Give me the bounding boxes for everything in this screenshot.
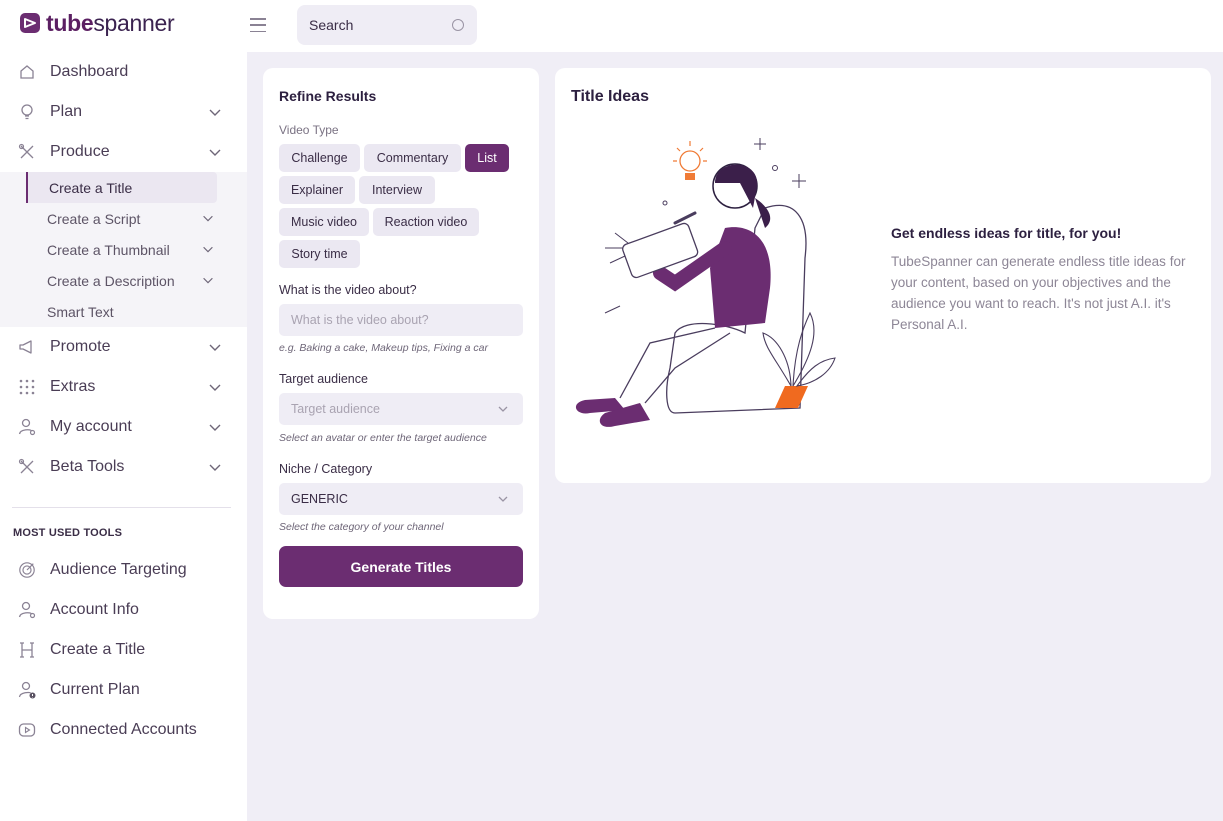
refine-title: Refine Results: [279, 88, 377, 104]
nav-item-dashboard[interactable]: Dashboard: [0, 52, 247, 92]
chevron-down-icon: [209, 149, 221, 156]
nav-item-plan[interactable]: Plan: [0, 92, 247, 132]
sub-item-smart-text[interactable]: Smart Text: [0, 296, 247, 327]
search-icon[interactable]: [452, 19, 464, 31]
video-icon: [18, 721, 36, 739]
logo-mark-icon: [20, 13, 40, 33]
nav-label: Dashboard: [50, 63, 129, 80]
produce-submenu: Create a Title Create a Script Create a …: [0, 172, 247, 327]
topbar: [247, 0, 1223, 52]
sub-item-label: Create a Description: [47, 272, 175, 289]
video-about-input[interactable]: [279, 304, 523, 336]
search-input[interactable]: [309, 17, 439, 33]
brand-name: tubespanner: [46, 9, 175, 36]
audience-placeholder: Target audience: [291, 402, 380, 416]
promo-heading: Get endless ideas for title, for you!: [891, 225, 1122, 241]
niche-value: GENERIC: [291, 492, 348, 506]
sub-item-create-thumbnail[interactable]: Create a Thumbnail: [0, 234, 247, 265]
chip-reaction-video[interactable]: Reaction video: [373, 208, 479, 236]
chevron-down-icon: [209, 464, 221, 471]
video-type-label: Video Type: [279, 123, 339, 137]
nav-label: Extras: [50, 378, 96, 395]
tool-connected-accounts[interactable]: Connected Accounts: [0, 710, 247, 750]
sub-item-label: Smart Text: [47, 303, 114, 320]
megaphone-icon: [18, 338, 36, 356]
nav-label: Beta Tools: [50, 458, 125, 475]
nav-label: Produce: [50, 143, 110, 160]
tool-label: Current Plan: [50, 681, 140, 698]
tools-icon: [18, 458, 36, 476]
target-icon: [18, 561, 36, 579]
chevron-down-icon: [498, 496, 508, 502]
niche-label: Niche / Category: [279, 462, 373, 476]
chevron-down-icon: [209, 109, 221, 116]
about-hint: e.g. Baking a cake, Makeup tips, Fixing …: [279, 342, 488, 354]
chevron-down-icon: [203, 277, 213, 284]
audience-label: Target audience: [279, 372, 368, 386]
audience-hint: Select an avatar or enter the target aud…: [279, 432, 487, 444]
most-used-heading: MOST USED TOOLS: [13, 527, 123, 539]
tool-label: Account Info: [50, 601, 139, 618]
tool-account-info[interactable]: Account Info: [0, 590, 247, 630]
chip-story-time[interactable]: Story time: [279, 240, 360, 268]
girl-with-tablet-illustration: [575, 138, 836, 427]
chip-music-video[interactable]: Music video: [279, 208, 369, 236]
generate-titles-button[interactable]: Generate Titles: [279, 546, 523, 587]
ideas-title: Title Ideas: [571, 88, 649, 105]
promo-body: TubeSpanner can generate endless title i…: [891, 254, 1186, 332]
grid-dots-icon: [18, 378, 36, 396]
nav-item-my-account[interactable]: My account: [0, 407, 247, 447]
chevron-down-icon: [498, 406, 508, 412]
tool-label: Create a Title: [50, 641, 146, 658]
chip-interview[interactable]: Interview: [359, 176, 435, 204]
chevron-down-icon: [203, 246, 213, 253]
about-label: What is the video about?: [279, 283, 417, 297]
tool-create-title[interactable]: Create a Title: [0, 630, 247, 670]
menu-toggle-icon[interactable]: [250, 18, 266, 32]
nav-label: My account: [50, 418, 132, 435]
chip-explainer[interactable]: Explainer: [279, 176, 355, 204]
chevron-down-icon: [209, 344, 221, 351]
title-ideas-card: Title Ideas Get endless ideas for title,…: [555, 68, 1211, 483]
sub-item-label: Create a Script: [47, 210, 141, 227]
nav-item-extras[interactable]: Extras: [0, 367, 247, 407]
niche-hint: Select the category of your channel: [279, 521, 444, 533]
nav-label: Plan: [50, 103, 83, 120]
chip-commentary[interactable]: Commentary: [364, 144, 461, 172]
brand-logo[interactable]: tubespanner: [20, 9, 175, 36]
chip-challenge[interactable]: Challenge: [279, 144, 360, 172]
tool-label: Connected Accounts: [50, 721, 197, 738]
chevron-down-icon: [209, 384, 221, 391]
niche-select[interactable]: GENERIC: [279, 483, 523, 515]
tool-label: Audience Targeting: [50, 561, 187, 578]
nav-item-beta-tools[interactable]: Beta Tools: [0, 447, 247, 487]
tool-current-plan[interactable]: Current Plan: [0, 670, 247, 710]
refine-results-card: Refine Results Video Type Challenge Comm…: [263, 68, 539, 619]
user-alert-icon: [18, 681, 36, 699]
tool-audience-targeting[interactable]: Audience Targeting: [0, 550, 247, 590]
tools-icon: [18, 143, 36, 161]
sidebar-divider: [12, 507, 231, 508]
chevron-down-icon: [209, 424, 221, 431]
sidebar: tubespanner Dashboard Plan Produce Creat…: [0, 0, 247, 821]
main-nav: Dashboard Plan Produce Create a Title Cr…: [0, 52, 247, 487]
nav-item-promote[interactable]: Promote: [0, 327, 247, 367]
nav-item-produce[interactable]: Produce: [0, 132, 247, 172]
most-used-tools: Audience Targeting Account Info Create a…: [0, 550, 247, 750]
target-audience-select[interactable]: Target audience: [279, 393, 523, 425]
search-box[interactable]: [297, 5, 477, 45]
chip-list[interactable]: List: [465, 144, 509, 172]
sub-item-create-script[interactable]: Create a Script: [0, 203, 247, 234]
sub-item-label: Create a Thumbnail: [47, 241, 170, 258]
sub-item-create-title[interactable]: Create a Title: [26, 172, 217, 203]
sub-item-label: Create a Title: [49, 179, 133, 196]
heading-icon: [18, 641, 36, 659]
chevron-down-icon: [203, 215, 213, 222]
home-icon: [18, 63, 36, 81]
nav-label: Promote: [50, 338, 111, 355]
lightbulb-icon: [18, 103, 36, 121]
sub-item-create-description[interactable]: Create a Description: [0, 265, 247, 296]
user-gear-icon: [18, 418, 36, 436]
user-gear-icon: [18, 601, 36, 619]
